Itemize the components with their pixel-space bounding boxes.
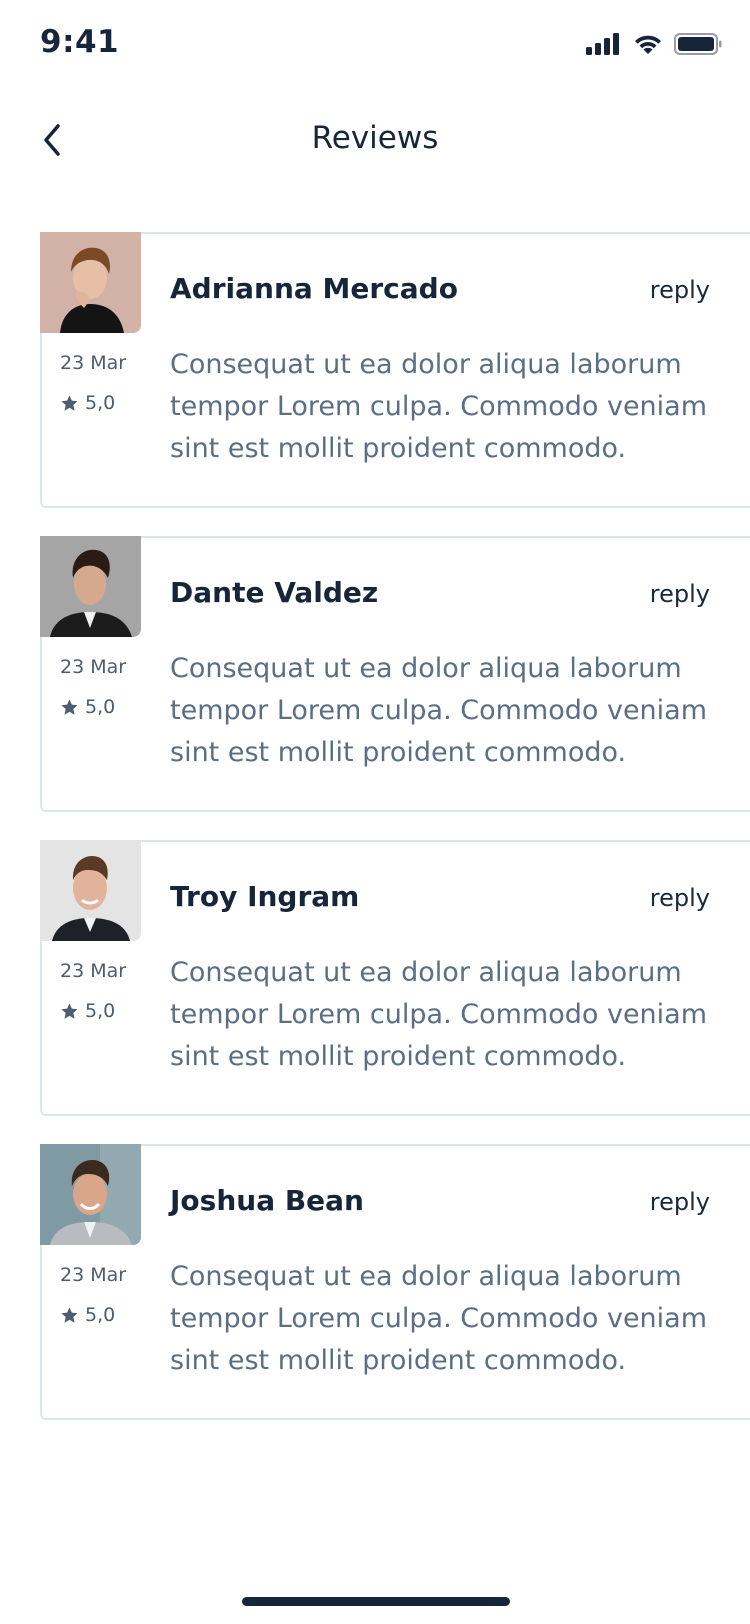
star-icon [61, 1002, 78, 1019]
review-rating: 5,0 [60, 1304, 115, 1326]
review-date: 23 Mar [60, 960, 127, 982]
review-date: 23 Mar [60, 1264, 127, 1286]
avatar-photo [40, 1144, 141, 1245]
header: Reviews [0, 100, 750, 180]
avatar [40, 536, 141, 637]
reply-button[interactable]: reply [650, 276, 710, 304]
reviewer-name: Dante Valdez [170, 576, 379, 609]
star-icon [61, 1306, 78, 1323]
review-date: 23 Mar [60, 656, 127, 678]
status-icons [586, 32, 722, 56]
reply-button[interactable]: reply [650, 580, 710, 608]
review-rating: 5,0 [60, 696, 115, 718]
page-title: Reviews [311, 120, 439, 156]
review-card: Joshua Bean reply 23 Mar 5,0 Consequat u… [40, 1144, 750, 1420]
review-text: Consequat ut ea dolor aliqua laborum tem… [170, 653, 708, 768]
review-rating: 5,0 [60, 1000, 115, 1022]
review-text: Consequat ut ea dolor aliqua laborum tem… [170, 957, 708, 1072]
review-list: Adrianna Mercado reply 23 Mar 5,0 Conseq… [40, 232, 750, 1448]
review-date: 23 Mar [60, 352, 127, 374]
review-text: Consequat ut ea dolor aliqua laborum tem… [170, 1261, 708, 1376]
review-card: Troy Ingram reply 23 Mar 5,0 Consequat u… [40, 840, 750, 1116]
review-text: Consequat ut ea dolor aliqua laborum tem… [170, 349, 708, 464]
star-icon [61, 394, 78, 411]
review-rating: 5,0 [60, 392, 115, 414]
wifi-icon [635, 35, 661, 54]
status-time: 9:41 [40, 24, 120, 60]
review-card: Dante Valdez reply 23 Mar 5,0 Consequat … [40, 536, 750, 812]
rating-value: 5,0 [85, 392, 116, 414]
home-indicator[interactable] [242, 1597, 510, 1606]
signal-icon [586, 33, 619, 55]
avatar-photo [40, 840, 141, 941]
reviewer-name: Joshua Bean [170, 1184, 364, 1217]
avatar-photo [40, 536, 141, 637]
rating-value: 5,0 [85, 1304, 116, 1326]
status-bar: 9:41 [0, 0, 750, 92]
battery-icon [674, 33, 722, 55]
star-icon [61, 698, 78, 715]
reviewer-name: Adrianna Mercado [170, 272, 458, 305]
avatar [40, 840, 141, 941]
reviewer-name: Troy Ingram [170, 880, 360, 913]
avatar [40, 232, 141, 333]
avatar [40, 1144, 141, 1245]
rating-value: 5,0 [85, 696, 116, 718]
avatar-photo [40, 232, 141, 333]
reply-button[interactable]: reply [650, 884, 710, 912]
reply-button[interactable]: reply [650, 1188, 710, 1216]
rating-value: 5,0 [85, 1000, 116, 1022]
review-card: Adrianna Mercado reply 23 Mar 5,0 Conseq… [40, 232, 750, 508]
